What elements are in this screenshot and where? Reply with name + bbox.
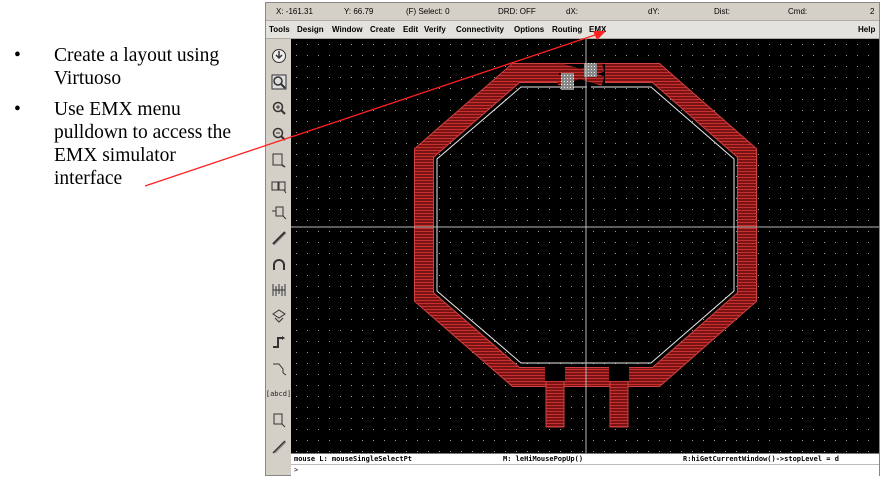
window-number: 2 xyxy=(870,7,875,16)
virtuoso-window: X: -161.31 Y: 66.79 (F) Select: 0 DRD: O… xyxy=(265,2,880,476)
menu-edit[interactable]: Edit xyxy=(403,25,418,34)
drd-status: DRD: OFF xyxy=(498,7,536,16)
stop-icon[interactable] xyxy=(268,45,289,67)
zoom-out-icon[interactable] xyxy=(268,123,289,145)
status-bar: X: -161.31 Y: 66.79 (F) Select: 0 DRD: O… xyxy=(266,3,879,20)
ruler-icon[interactable] xyxy=(268,409,289,431)
menu-design[interactable]: Design xyxy=(297,25,324,34)
delta-x: dX: xyxy=(566,7,579,16)
tool-palette: [abcd] xyxy=(266,39,291,457)
select-icon[interactable] xyxy=(268,357,289,379)
arc-icon[interactable] xyxy=(268,253,289,275)
menu-bar: Tools Design Window Create Edit Verify C… xyxy=(266,20,879,39)
move-icon[interactable] xyxy=(268,201,289,223)
path-icon[interactable] xyxy=(268,227,289,249)
menu-verify[interactable]: Verify xyxy=(424,25,446,34)
zoom-fit-icon[interactable] xyxy=(268,71,289,93)
bullet-marker: • xyxy=(14,45,21,66)
delete-icon[interactable] xyxy=(268,305,289,327)
menu-routing[interactable]: Routing xyxy=(552,25,582,34)
delta-y: dY: xyxy=(648,7,660,16)
stretch-icon[interactable] xyxy=(268,149,289,171)
menu-connectivity[interactable]: Connectivity xyxy=(456,25,504,34)
pencil-icon[interactable] xyxy=(268,435,289,457)
menu-help[interactable]: Help xyxy=(858,25,875,34)
copy-icon[interactable] xyxy=(268,175,289,197)
cursor-y: Y: 66.79 xyxy=(344,7,374,16)
menu-emx[interactable]: EMX xyxy=(589,25,606,34)
select-count: (F) Select: 0 xyxy=(406,7,450,16)
zoom-in-icon[interactable] xyxy=(268,97,289,119)
cursor-x: X: -161.31 xyxy=(276,7,313,16)
mouse-right-binding: R:hiGetCurrentWindow()->stopLevel = d xyxy=(683,455,839,463)
route-icon[interactable] xyxy=(268,331,289,353)
label-icon[interactable]: [abcd] xyxy=(266,383,291,405)
command-prompt: > xyxy=(294,466,299,474)
mouse-left-binding: mouse L: mouseSingleSelectPt xyxy=(294,455,413,463)
menu-options[interactable]: Options xyxy=(514,25,544,34)
grid-dots xyxy=(291,39,879,457)
command-input[interactable]: > xyxy=(291,464,879,476)
distance: Dist: xyxy=(714,7,730,16)
menu-window[interactable]: Window xyxy=(332,25,363,34)
menu-create[interactable]: Create xyxy=(370,25,395,34)
via-icon[interactable] xyxy=(268,279,289,301)
bullet-text: Create a layout using Virtuoso xyxy=(54,45,220,89)
bullet-marker: • xyxy=(14,99,21,120)
layout-canvas[interactable] xyxy=(291,39,879,457)
menu-tools[interactable]: Tools xyxy=(269,25,290,34)
command-status: Cmd: xyxy=(788,7,808,16)
bullet-text: Use EMX menu pulldown to access the EMX … xyxy=(54,99,232,189)
mouse-middle-binding: M: leHiMousePopUp() xyxy=(503,455,584,463)
